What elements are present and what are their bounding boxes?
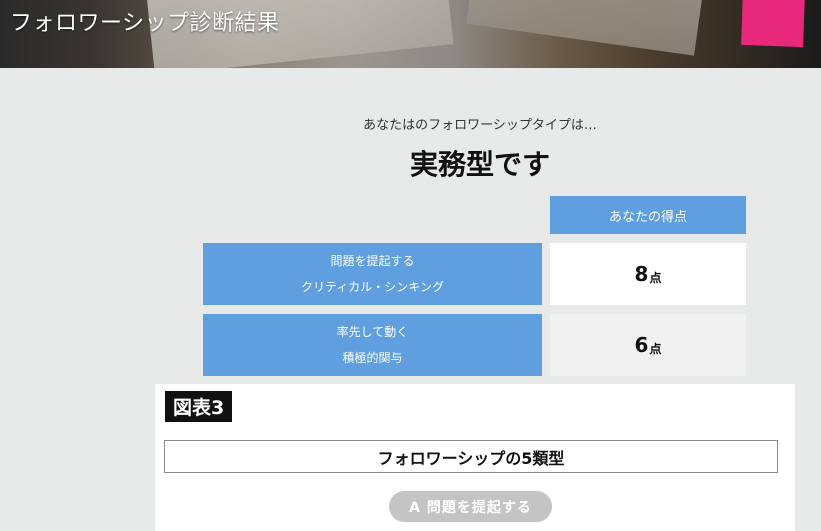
result-type-heading: 実務型です [409, 148, 550, 181]
sticky-note-decoration [741, 0, 805, 48]
score-row-label-line2: 積極的関与 [342, 351, 403, 365]
score-row-label-critical-thinking: 問題を提起する クリティカル・シンキング [203, 243, 542, 305]
score-row-label-line1: 問題を提起する [330, 254, 415, 268]
hero-banner: フォロワーシップ診断結果 [0, 0, 821, 68]
figure-title-box: フォロワーシップの5類型 [164, 440, 778, 473]
score-row-value-active-engagement: 6 点 [550, 314, 746, 376]
page-title: フォロワーシップ診断結果 [10, 11, 280, 36]
type-a-button[interactable]: A 問題を提起する [389, 491, 552, 522]
score-row-label-line1: 率先して動く [336, 325, 409, 339]
result-intro-text: あなたはのフォロワーシップタイプは… [363, 118, 597, 133]
score-number: 8 [634, 262, 649, 286]
score-row-label-active-engagement: 率先して動く 積極的関与 [203, 314, 542, 376]
score-column-header: あなたの得点 [550, 196, 746, 234]
score-number: 6 [634, 333, 649, 357]
score-unit: 点 [649, 341, 662, 356]
score-unit: 点 [649, 270, 662, 285]
score-row-label-line2: クリティカル・シンキング [301, 280, 444, 294]
score-row-value-critical-thinking: 8 点 [550, 243, 746, 305]
hero-background-image-overlay [466, 0, 704, 56]
figure-badge: 図表3 [165, 391, 233, 422]
